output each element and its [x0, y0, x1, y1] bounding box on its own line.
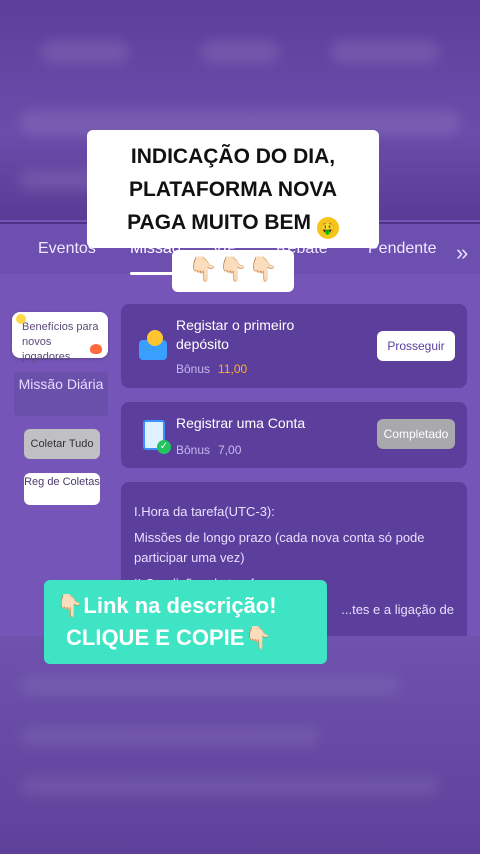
- mission-card-first-deposit: Registar o primeiro depósito Bônus 11,00 …: [121, 304, 467, 388]
- headline-line-2: PLATAFORMA NOVA: [128, 178, 338, 201]
- bonus-row: Bônus 11,00: [176, 362, 247, 376]
- link-in-description-overlay: 👇🏻Link na descrição! CLIQUE E COPIE👇🏻: [44, 580, 327, 664]
- bonus-value: 11,00: [218, 362, 248, 376]
- clipboard-check-icon: ✓: [143, 420, 171, 454]
- gift-bag-icon: [90, 344, 102, 354]
- chevron-double-right-icon[interactable]: »: [456, 240, 468, 266]
- collect-all-button[interactable]: Coletar Tudo: [24, 429, 100, 459]
- link-line-1: 👇🏻Link na descrição!: [56, 593, 277, 618]
- link-line-2: CLIQUE E COPIE👇🏻: [66, 625, 272, 650]
- video-caption-overlay: INDICAÇÃO DO DIA, PLATAFORMA NOVA PAGA M…: [87, 130, 379, 248]
- coin-icon: [16, 314, 26, 324]
- rules-heading: I.Hora da tarefa(UTC-3):: [134, 504, 275, 519]
- bonus-label: Bônus: [176, 443, 211, 457]
- bonus-value: 7,00: [218, 443, 242, 457]
- sidebar-item-missao-diaria[interactable]: Missão Diária: [14, 372, 108, 416]
- blurred-footer-background: [0, 636, 480, 854]
- collection-log-button[interactable]: Reg de Coletas: [24, 473, 100, 505]
- pointing-down-icons: 👇🏻👇🏻👇🏻: [172, 250, 294, 292]
- bonus-row: Bônus 7,00: [176, 443, 241, 457]
- bonus-label: Bônus: [176, 362, 211, 376]
- active-tab-indicator: [130, 272, 174, 275]
- headline-line-3: PAGA MUITO BEM 🤑: [87, 206, 379, 239]
- mission-title: Registrar uma Conta: [176, 415, 306, 431]
- proceed-button[interactable]: Prosseguir: [377, 331, 455, 361]
- money-face-icon: 🤑: [316, 217, 339, 239]
- headline-line-1: INDICAÇÃO DO DIA,: [130, 145, 336, 168]
- wallet-icon: [139, 330, 167, 360]
- mission-card-register-account: ✓ Registrar uma Conta Bônus 7,00 Completa…: [121, 402, 467, 468]
- mission-title: Registar o primeiro depósito: [176, 317, 295, 352]
- promo-text: Benefícios para novos jogadores: [22, 321, 99, 363]
- new-player-benefits-banner[interactable]: Benefícios para novos jogadores: [12, 312, 108, 363]
- completed-button[interactable]: Completado: [377, 419, 455, 449]
- rules-text: Missões de longo prazo (cada nova conta …: [134, 530, 425, 565]
